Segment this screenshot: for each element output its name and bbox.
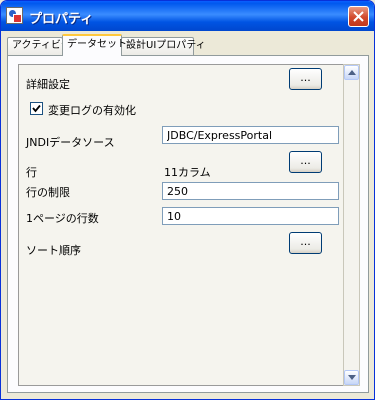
- rows-value: 11カラム: [164, 166, 211, 179]
- sort-order-label: ソート順序: [26, 244, 81, 257]
- change-log-label: 変更ログの有効化: [48, 104, 136, 117]
- vertical-scrollbar[interactable]: [343, 64, 360, 386]
- properties-content: 詳細設定 ... 変更ログの有効化 JNDIデータソース 行 11カラム ...…: [18, 64, 344, 386]
- tab-panel: 詳細設定 ... 変更ログの有効化 JNDIデータソース 行 11カラム ...…: [7, 55, 369, 393]
- scroll-down-button[interactable]: [344, 370, 359, 385]
- rows-per-page-field[interactable]: [162, 207, 339, 225]
- change-log-checkbox[interactable]: [30, 102, 43, 115]
- jndi-datasource-field[interactable]: [162, 126, 339, 144]
- checkmark-icon: [32, 104, 41, 113]
- tab-dataset[interactable]: データセット: [62, 34, 127, 56]
- detail-settings-label: 詳細設定: [26, 78, 70, 91]
- detail-settings-button[interactable]: ...: [289, 68, 322, 90]
- arrow-down-icon: [348, 375, 356, 380]
- tab-activity[interactable]: アクティビティ: [7, 37, 80, 55]
- tab-design-ui-properties[interactable]: 設計UIプロパティ: [121, 37, 206, 55]
- scroll-up-button[interactable]: [344, 65, 359, 80]
- rows-button[interactable]: ...: [289, 151, 322, 173]
- window-title: プロパティ: [29, 12, 94, 27]
- close-icon: [353, 11, 364, 22]
- row-limit-label: 行の制限: [26, 186, 70, 199]
- properties-app-icon: [6, 7, 23, 24]
- rows-label: 行: [26, 166, 37, 179]
- sort-order-button[interactable]: ...: [289, 232, 322, 254]
- properties-dialog: プロパティ アクティビティ データセット 設計UIプロパティ 詳細設定 ... …: [0, 0, 375, 400]
- close-button[interactable]: [348, 6, 369, 27]
- tab-strip: アクティビティ データセット 設計UIプロパティ: [7, 34, 371, 56]
- title-bar[interactable]: プロパティ: [1, 1, 374, 31]
- arrow-up-icon: [348, 70, 356, 75]
- row-limit-field[interactable]: [162, 182, 339, 200]
- rows-per-page-label: 1ページの行数: [26, 212, 99, 225]
- jndi-datasource-label: JNDIデータソース: [26, 136, 115, 149]
